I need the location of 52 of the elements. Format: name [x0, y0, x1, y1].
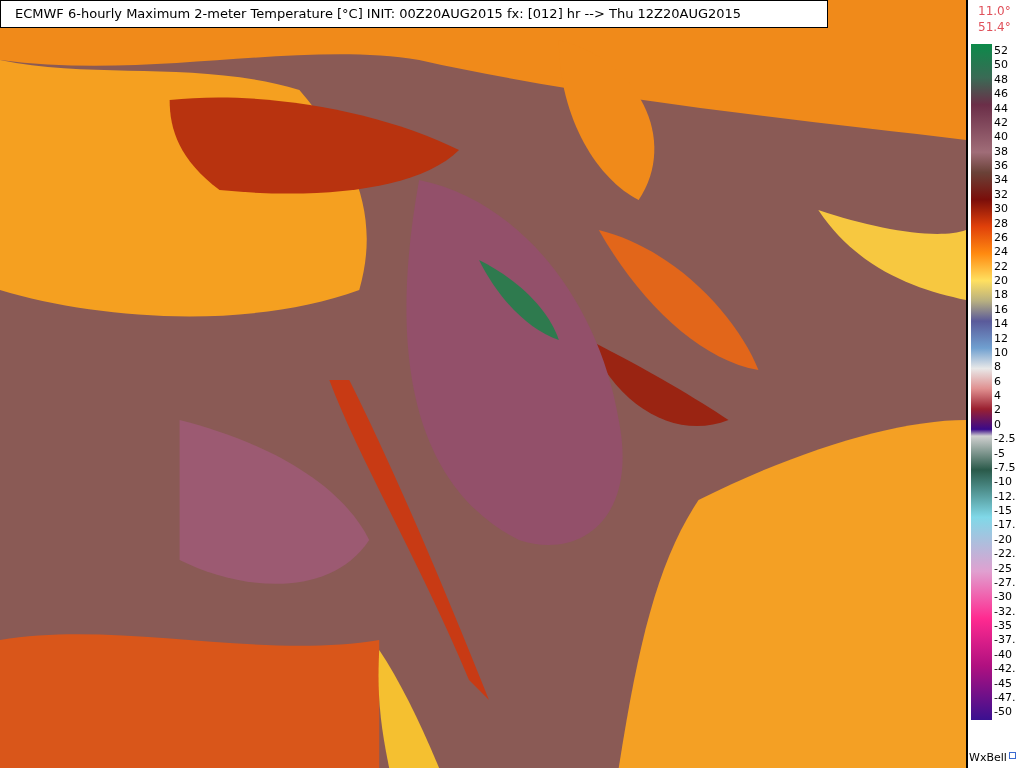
scale-label: -40 — [994, 647, 1013, 663]
scale-label: 28 — [994, 216, 1009, 231]
scale-label: -25 — [994, 561, 1013, 576]
max-temperature: 51.4° — [977, 19, 1012, 35]
scale-label: 46 — [994, 87, 1009, 102]
credit-text: WxBell — [969, 751, 1007, 764]
scale-label: -50 — [994, 705, 1013, 720]
scale-label: -37. — [994, 633, 1016, 648]
scale-label: 20 — [994, 274, 1009, 289]
scale-label: -5 — [994, 446, 1006, 461]
scale-label: -42. — [994, 662, 1016, 677]
scale-label: 36 — [994, 159, 1009, 174]
scale-label: -10 — [994, 475, 1013, 490]
scale-label: 18 — [994, 288, 1009, 303]
scale-label: 0 — [994, 417, 1002, 433]
scale-label: 44 — [994, 101, 1009, 116]
scale-label: -12. — [994, 489, 1016, 504]
scale-label: 52 — [994, 44, 1009, 59]
scale-label: -7.5 — [994, 460, 1016, 476]
scale-label: 48 — [994, 72, 1009, 88]
scale-label: 16 — [994, 302, 1009, 318]
scale-label: 8 — [994, 360, 1002, 375]
scale-label: 6 — [994, 374, 1002, 389]
scale-label: 14 — [994, 317, 1009, 332]
scale-label: 26 — [994, 230, 1009, 246]
scale-label: -20 — [994, 532, 1013, 548]
scale-label: 34 — [994, 173, 1009, 188]
scale-label: 24 — [994, 245, 1009, 260]
scale-label: 38 — [994, 144, 1009, 159]
scale-label: -35 — [994, 619, 1013, 634]
min-temperature: 11.0° — [977, 3, 1012, 19]
scale-label: 42 — [994, 115, 1009, 131]
scale-label: 30 — [994, 202, 1009, 217]
scale-label: 22 — [994, 259, 1009, 274]
scale-label: -15 — [994, 504, 1013, 519]
scale-label: -45 — [994, 676, 1013, 691]
scale-label: -47. — [994, 690, 1016, 706]
scale-label: 12 — [994, 331, 1009, 346]
scale-label: -2.5 — [994, 432, 1016, 447]
scale-label: 32 — [994, 187, 1009, 203]
scale-label: -17. — [994, 518, 1016, 533]
scale-label: 2 — [994, 403, 1002, 418]
scale-label: -30 — [994, 590, 1013, 605]
scale-label: 50 — [994, 58, 1009, 73]
scale-label: -27. — [994, 575, 1016, 591]
scale-label: 10 — [994, 345, 1009, 361]
scale-label: 40 — [994, 130, 1009, 145]
scale-label: -22. — [994, 547, 1016, 562]
map-title: ECMWF 6-hourly Maximum 2-meter Temperature [°C] INIT: 00Z20AUG2015 fx: [012] hr --> Thu 12Z20AUG2015 — [0, 0, 828, 28]
scale-label: 4 — [994, 389, 1002, 404]
scale-label: -32. — [994, 604, 1016, 619]
square-icon — [1008, 752, 1016, 759]
